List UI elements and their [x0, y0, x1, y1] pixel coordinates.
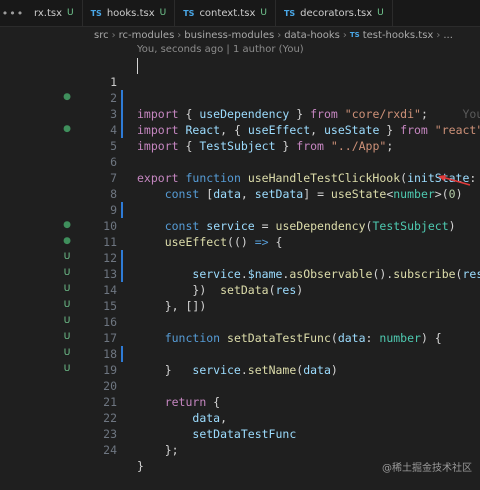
- breadcrumb-item[interactable]: src: [94, 30, 109, 41]
- more-actions-icon[interactable]: •••: [0, 7, 26, 20]
- tab-label: rx.tsx: [34, 8, 62, 19]
- code-line[interactable]: 2 import React, { useEffect, useState } …: [0, 74, 480, 90]
- code-line[interactable]: 14 }, []): [0, 266, 480, 282]
- code-line[interactable]: 21 data,: [0, 378, 480, 394]
- code-line[interactable]: 20 return {: [0, 362, 480, 378]
- code-line[interactable]: 11 service.$name.asObservable().subscrib…: [0, 218, 480, 234]
- typescript-icon: TS: [183, 9, 194, 18]
- code-line[interactable]: 1 import { useDependency } from "core/rx…: [0, 58, 480, 74]
- code-line[interactable]: 15: [0, 282, 480, 298]
- tab-label: decorators.tsx: [300, 8, 372, 19]
- code-line[interactable]: 8 const service = useDependency(TestSubj…: [0, 170, 480, 186]
- tab-decorators[interactable]: TS decorators.tsx U: [276, 0, 393, 26]
- typescript-icon: TS: [91, 9, 102, 18]
- breadcrumb-item[interactable]: rc-modules: [119, 30, 175, 41]
- git-codelens[interactable]: You, seconds ago | 1 author (You): [137, 44, 304, 55]
- punctuation: };: [165, 443, 179, 457]
- tab-rx[interactable]: rx.tsx U: [26, 0, 83, 26]
- code-line[interactable]: 10 useEffect(() => {: [0, 202, 480, 218]
- code-line[interactable]: 6 export function useHandleTestClickHook…: [0, 138, 480, 154]
- code-line[interactable]: 12 setData(res): [0, 234, 480, 250]
- tab-label: context.tsx: [199, 8, 255, 19]
- breadcrumb-item[interactable]: business-modules: [184, 30, 274, 41]
- code-line[interactable]: 13 }): [0, 250, 480, 266]
- line-number: 24: [95, 442, 117, 458]
- code-line[interactable]: 19: [0, 346, 480, 362]
- tab-hooks[interactable]: TS hooks.tsx U: [83, 0, 176, 26]
- code-line[interactable]: 17 service.setName(data): [0, 314, 480, 330]
- code-line[interactable]: 18 }: [0, 330, 480, 346]
- punctuation: }: [137, 459, 144, 473]
- typescript-icon: TS: [284, 9, 295, 18]
- watermark: @稀土掘金技术社区: [382, 459, 472, 474]
- code-line[interactable]: 23 };: [0, 410, 480, 426]
- breadcrumb-item[interactable]: data-hooks: [284, 30, 340, 41]
- typescript-icon: TS: [350, 31, 360, 39]
- code-line[interactable]: 16 function setDataTestFunc(data: number…: [0, 298, 480, 314]
- code-line[interactable]: 22 setDataTestFunc: [0, 394, 480, 410]
- tab-label: hooks.tsx: [107, 8, 155, 19]
- untracked-status: U: [160, 8, 167, 18]
- tab-context[interactable]: TS context.tsx U: [175, 0, 276, 26]
- code-line[interactable]: 3 import { TestSubject } from "../App";: [0, 90, 480, 106]
- code-line[interactable]: 24 }: [0, 426, 480, 442]
- code-line[interactable]: 7 const [data, setData] = useState<numbe…: [0, 154, 480, 170]
- text-cursor: [137, 58, 138, 74]
- code-line[interactable]: 5: [0, 122, 480, 138]
- untracked-status: U: [260, 8, 267, 18]
- breadcrumb-item[interactable]: ...: [443, 30, 453, 41]
- untracked-status: U: [377, 8, 384, 18]
- breadcrumb-item[interactable]: test-hooks.tsx: [363, 30, 434, 41]
- code-line[interactable]: 4: [0, 106, 480, 122]
- breadcrumb: src› rc-modules› business-modules› data-…: [0, 27, 480, 43]
- code-line[interactable]: 9: [0, 186, 480, 202]
- editor-tab-bar: ••• rx.tsx U TS hooks.tsx U TS context.t…: [0, 0, 480, 27]
- untracked-status: U: [67, 8, 74, 18]
